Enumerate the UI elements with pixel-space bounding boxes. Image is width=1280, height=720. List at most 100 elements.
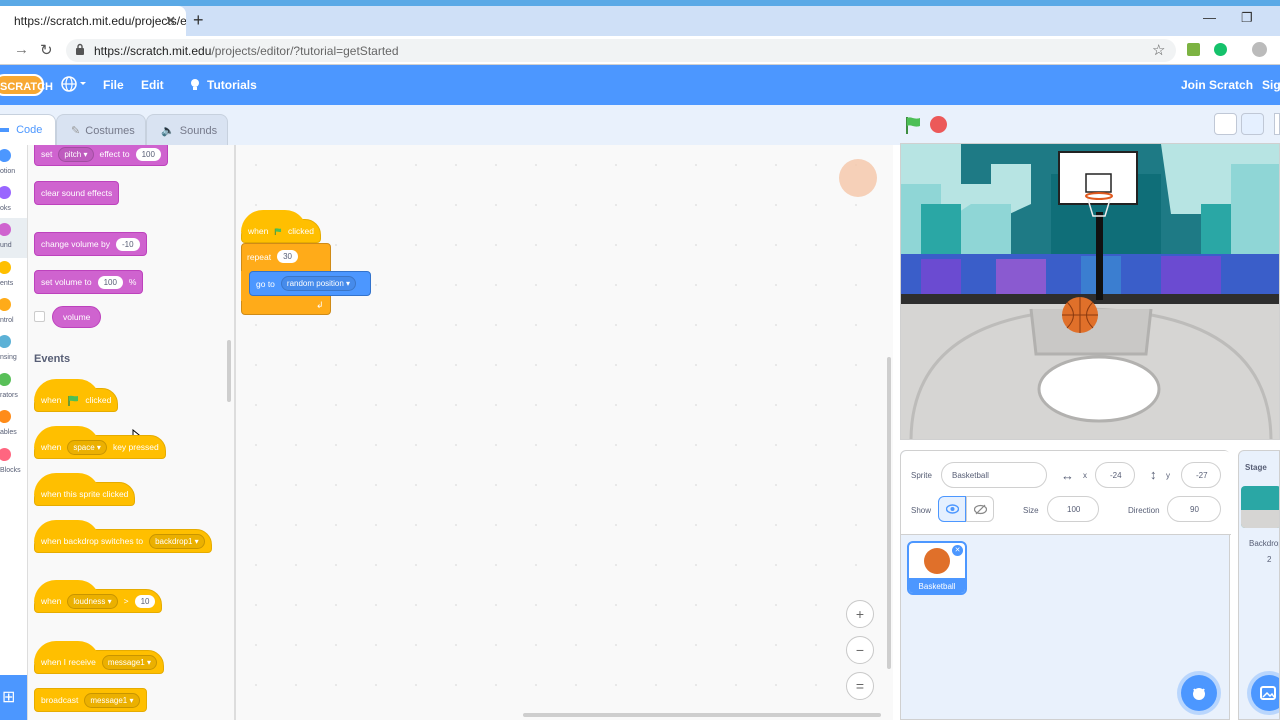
- dropdown-value: message1: [107, 657, 145, 667]
- grammarly-icon[interactable]: [1214, 43, 1227, 56]
- loudness-dropdown[interactable]: loudness ▾: [67, 593, 118, 609]
- workspace-vertical-scrollbar[interactable]: [887, 357, 891, 669]
- stage-thumbnail-floor: [1241, 510, 1279, 528]
- block-text: >: [123, 596, 129, 606]
- tutorials-menu[interactable]: Tutorials: [207, 78, 257, 92]
- block-text: when: [248, 226, 269, 236]
- script-go-to-block[interactable]: go to random position ▾: [249, 271, 371, 296]
- show-hidden-button[interactable]: [966, 496, 994, 522]
- basketball-thumbnail-icon: [924, 548, 950, 574]
- broadcast-message-dropdown[interactable]: message1 ▾: [84, 692, 140, 708]
- zoom-out-button[interactable]: −: [846, 636, 874, 664]
- category-events[interactable]: ents: [0, 261, 27, 297]
- y-label: y: [1166, 471, 1170, 480]
- size-label: Size: [1023, 506, 1039, 515]
- stop-icon[interactable]: [930, 116, 947, 133]
- volume-value-input[interactable]: 100: [97, 275, 123, 289]
- block-when-i-receive[interactable]: when I receive message1 ▾: [34, 641, 164, 674]
- x-position-input[interactable]: -24: [1095, 462, 1135, 488]
- tab-strip-accent: [0, 0, 1280, 6]
- show-visible-button[interactable]: [938, 496, 966, 522]
- workspace-horizontal-scrollbar[interactable]: [523, 713, 881, 717]
- block-clear-sound-effects[interactable]: clear sound effects: [34, 181, 120, 205]
- sound-dot-icon: [0, 223, 11, 236]
- forward-icon[interactable]: →: [14, 41, 29, 58]
- category-label: otion: [0, 168, 16, 175]
- zoom-in-button[interactable]: +: [846, 600, 874, 628]
- zoom-reset-button[interactable]: =: [846, 672, 874, 700]
- language-globe-icon[interactable]: [61, 76, 87, 92]
- block-volume-reporter[interactable]: volume: [52, 306, 102, 328]
- reload-icon[interactable]: ↻: [40, 41, 53, 59]
- new-tab-icon[interactable]: +: [193, 10, 204, 31]
- profile-avatar[interactable]: [1252, 42, 1267, 57]
- scratch-logo[interactable]: SCRATCH: [0, 74, 53, 96]
- choose-sprite-button[interactable]: [1181, 675, 1217, 711]
- loudness-value-input[interactable]: 10: [134, 594, 156, 608]
- category-control[interactable]: ntrol: [0, 298, 27, 334]
- block-set-volume[interactable]: set volume to 100 %: [34, 270, 144, 294]
- y-position-input[interactable]: -27: [1181, 462, 1221, 488]
- category-sensing[interactable]: nsing: [0, 335, 27, 371]
- block-set-effect[interactable]: set pitch ▾ effect to 100: [34, 145, 168, 166]
- stage-thumbnail[interactable]: [1241, 486, 1279, 528]
- add-extension-icon[interactable]: ⊞: [0, 675, 27, 720]
- repeat-count-input[interactable]: 30: [277, 250, 299, 263]
- block-when-loudness[interactable]: when loudness ▾ > 10: [34, 580, 163, 613]
- block-change-volume[interactable]: change volume by -10: [34, 232, 147, 256]
- small-stage-button[interactable]: [1214, 113, 1237, 135]
- minimize-icon[interactable]: —: [1203, 10, 1216, 25]
- tab-sounds[interactable]: 🔈 Sounds: [146, 114, 228, 145]
- size-input[interactable]: 100: [1047, 496, 1099, 522]
- category-operators[interactable]: rators: [0, 373, 27, 409]
- stage-canvas[interactable]: [900, 143, 1280, 440]
- extension-icon[interactable]: [1187, 43, 1200, 56]
- join-scratch-link[interactable]: Join Scratch: [1181, 78, 1253, 92]
- stage-selector-pane: Stage Backdrop 2: [1238, 450, 1280, 720]
- sign-in-link[interactable]: Sign: [1262, 78, 1280, 92]
- volume-change-input[interactable]: -10: [116, 237, 140, 251]
- category-motion[interactable]: otion: [0, 149, 27, 185]
- category-sound[interactable]: und: [0, 223, 27, 259]
- block-text: key pressed: [112, 442, 159, 452]
- delete-sprite-icon[interactable]: ✕: [952, 545, 963, 556]
- tab-costumes[interactable]: ✎ Costumes: [56, 114, 146, 145]
- block-when-backdrop-switches[interactable]: when backdrop switches to backdrop1 ▾: [34, 520, 212, 553]
- block-when-flag-clicked[interactable]: when clicked: [34, 379, 119, 412]
- file-menu[interactable]: File: [103, 78, 124, 92]
- url-field[interactable]: https://scratch.mit.edu/projects/editor/…: [66, 39, 1176, 62]
- large-stage-button[interactable]: [1241, 113, 1264, 135]
- eye-icon: [946, 504, 959, 514]
- direction-input[interactable]: 90: [1167, 496, 1221, 522]
- receive-message-dropdown[interactable]: message1 ▾: [101, 654, 157, 670]
- goto-target-dropdown[interactable]: random position ▾: [280, 276, 357, 291]
- close-tab-icon[interactable]: ✕: [165, 13, 176, 29]
- category-variables[interactable]: ables: [0, 410, 27, 446]
- effect-value-input[interactable]: 100: [135, 147, 161, 161]
- backdrop-dropdown[interactable]: backdrop1 ▾: [149, 533, 205, 549]
- tab-code[interactable]: Code: [0, 114, 56, 145]
- fullscreen-button[interactable]: [1274, 113, 1280, 135]
- browser-tab[interactable]: https://scratch.mit.edu/projects/e ✕: [0, 6, 186, 36]
- sprite-thumbnail-basketball[interactable]: Basketball ✕: [907, 541, 967, 595]
- block-when-sprite-clicked[interactable]: when this sprite clicked: [34, 473, 136, 506]
- choose-backdrop-button[interactable]: [1251, 675, 1279, 711]
- block-text: go to: [256, 278, 275, 289]
- category-looks[interactable]: oks: [0, 186, 27, 222]
- block-text: volume: [63, 312, 91, 322]
- block-broadcast[interactable]: broadcast message1 ▾: [34, 688, 147, 712]
- bookmark-star-icon[interactable]: ☆: [1152, 41, 1165, 59]
- volume-monitor-checkbox[interactable]: [34, 311, 45, 322]
- category-my-blocks[interactable]: Blocks: [0, 448, 27, 484]
- effect-dropdown[interactable]: pitch ▾: [58, 146, 94, 162]
- palette-scrollbar[interactable]: [227, 340, 231, 402]
- block-when-key-pressed[interactable]: when space ▾ key pressed: [34, 426, 166, 459]
- sprite-name-input[interactable]: Basketball: [941, 462, 1047, 488]
- restore-icon[interactable]: ❐: [1241, 10, 1253, 26]
- script-when-flag-clicked[interactable]: when clicked: [241, 210, 321, 243]
- green-flag-icon[interactable]: [904, 116, 922, 134]
- edit-menu[interactable]: Edit: [141, 78, 164, 92]
- key-dropdown[interactable]: space ▾: [67, 439, 107, 455]
- stage-header: [893, 105, 1280, 143]
- code-workspace[interactable]: when clicked repeat 30 ↲ go to random po…: [235, 145, 893, 720]
